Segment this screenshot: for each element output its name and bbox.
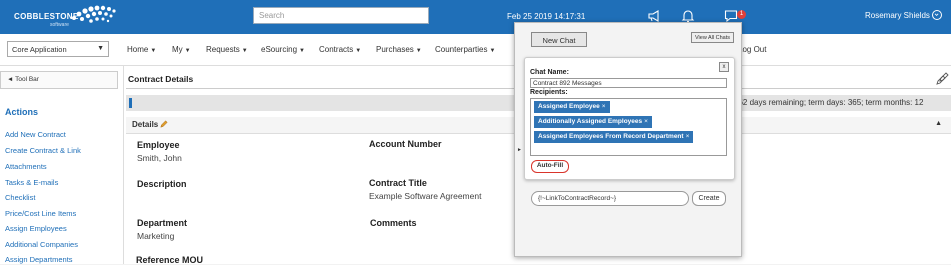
chat-name-label: Chat Name: xyxy=(530,69,569,76)
sidebar-link-tasks-emails[interactable]: Tasks & E-mails xyxy=(5,178,58,187)
new-chat-button[interactable]: New Chat xyxy=(531,32,587,47)
employee-label: Employee xyxy=(137,140,180,150)
search-input[interactable]: Search xyxy=(253,7,429,24)
sidebar-link-attachments[interactable]: Attachments xyxy=(5,162,47,171)
sidebar-link-assign-employees[interactable]: Assign Employees xyxy=(5,224,67,233)
nav-counterparties[interactable]: Counterparties ▼ xyxy=(435,45,495,54)
recipient-tag: Assigned Employee × xyxy=(534,101,610,113)
term-days-info: 362 days remaining; term days: 365; term… xyxy=(734,98,924,107)
actions-heading: Actions xyxy=(5,107,39,117)
nav-contracts[interactable]: Contracts ▼ xyxy=(319,45,361,54)
brand-name: COBBLESTONE xyxy=(14,12,79,21)
term-progress-fill xyxy=(129,98,132,108)
edit-icon[interactable] xyxy=(936,75,946,85)
chevron-down-icon: ▼ xyxy=(97,45,104,52)
chat-notification-badge: 1 xyxy=(737,10,746,19)
department-label: Department xyxy=(137,218,188,228)
top-header-bar: COBBLESTONE software Search Feb 25 2019 … xyxy=(0,0,951,34)
nav-logout[interactable]: Log Out xyxy=(738,45,766,54)
announcement-icon[interactable] xyxy=(647,9,661,23)
user-name[interactable]: Rosemary Shields xyxy=(865,11,930,20)
user-menu-chevron-icon[interactable] xyxy=(932,10,942,20)
remove-tag-icon[interactable]: × xyxy=(602,103,606,110)
record-link-input[interactable]: {!~LinkToContractRecord~} xyxy=(531,191,689,206)
sidebar: ◄ Tool Bar Actions Add New Contract Crea… xyxy=(0,66,124,264)
view-all-chats-button[interactable]: View All Chats xyxy=(691,32,734,43)
details-label: Details xyxy=(132,120,169,129)
expand-arrow-icon[interactable]: ► xyxy=(517,147,522,153)
collapse-caret-icon[interactable]: ▲ xyxy=(935,120,942,127)
application-select-value: Core Application xyxy=(12,45,67,54)
account-number-label: Account Number xyxy=(369,139,442,149)
contract-title-label: Contract Title xyxy=(369,178,427,188)
recipient-tag: Assigned Employees From Record Departmen… xyxy=(534,131,694,143)
toolbar-toggle-button[interactable]: ◄ Tool Bar xyxy=(0,71,118,89)
sidebar-link-assign-departments[interactable]: Assign Departments xyxy=(5,255,73,264)
sidebar-link-additional-companies[interactable]: Additional Companies xyxy=(5,240,78,249)
main-nav: Core Application ▼ Home ▼ My ▼ Requests ▼ e… xyxy=(0,34,951,66)
nav-esourcing[interactable]: eSourcing ▼ xyxy=(261,45,305,54)
pencil-icon[interactable] xyxy=(160,120,169,128)
department-value: Marketing xyxy=(137,231,175,241)
nav-my[interactable]: My ▼ xyxy=(172,45,191,54)
close-icon[interactable]: x xyxy=(719,62,729,72)
nav-home[interactable]: Home ▼ xyxy=(127,45,156,54)
page-title: Contract Details xyxy=(128,74,194,84)
new-chat-form: x Chat Name: Contract 892 Messages Recip… xyxy=(524,57,735,180)
sidebar-link-create-contract-link[interactable]: Create Contract & Link xyxy=(5,146,81,155)
sidebar-link-price-cost-line-items[interactable]: Price/Cost Line Items xyxy=(5,209,76,218)
bell-icon[interactable] xyxy=(681,9,695,23)
brand-sub: software xyxy=(50,22,69,28)
comments-label: Comments xyxy=(370,218,417,228)
nav-purchases[interactable]: Purchases ▼ xyxy=(376,45,422,54)
current-datetime: Feb 25 2019 14:17:31 xyxy=(507,12,586,21)
recipient-tag: Additionally Assigned Employees × xyxy=(534,116,652,128)
recipients-label: Recipients: xyxy=(530,89,568,96)
remove-tag-icon[interactable]: × xyxy=(644,118,648,125)
sidebar-link-add-new-contract[interactable]: Add New Contract xyxy=(5,130,66,139)
contract-title-value: Example Software Agreement xyxy=(369,191,482,201)
chat-popover: New Chat View All Chats x Chat Name: Con… xyxy=(514,22,742,257)
cobblestone-logo[interactable]: COBBLESTONE software xyxy=(14,4,116,30)
application-select[interactable]: Core Application ▼ xyxy=(7,41,109,57)
employee-value: Smith, John xyxy=(137,153,182,163)
nav-requests[interactable]: Requests ▼ xyxy=(206,45,248,54)
sidebar-link-checklist[interactable]: Checklist xyxy=(5,193,35,202)
description-label: Description xyxy=(137,179,187,189)
auto-fill-button[interactable]: Auto-Fill xyxy=(531,160,569,173)
chat-name-input[interactable]: Contract 892 Messages xyxy=(530,78,727,88)
create-chat-button[interactable]: Create xyxy=(692,191,726,206)
chat-icon[interactable] xyxy=(724,9,738,23)
recipients-field[interactable]: Assigned Employee × Additionally Assigned… xyxy=(530,98,727,156)
remove-tag-icon[interactable]: × xyxy=(686,133,690,140)
